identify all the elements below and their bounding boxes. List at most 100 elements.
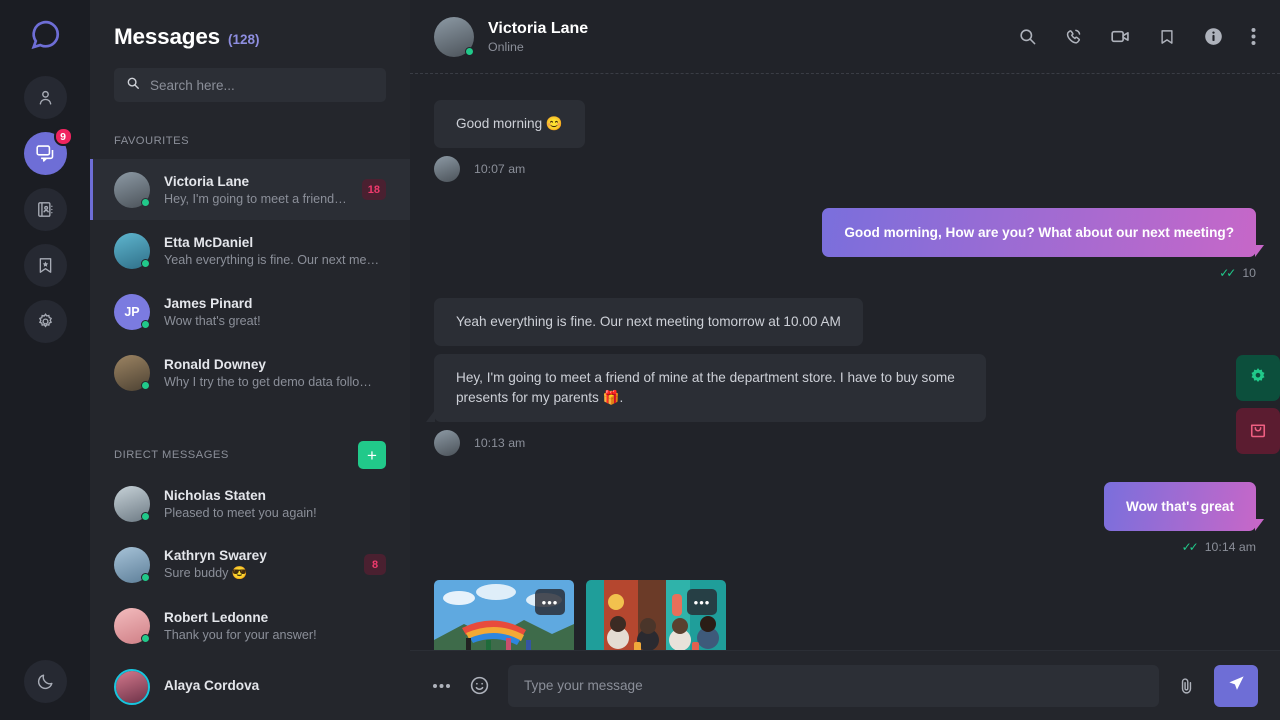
send-button[interactable] <box>1214 664 1258 707</box>
more-vertical-icon[interactable] <box>1251 27 1256 46</box>
contacts-icon <box>36 200 55 219</box>
chat-logo-icon <box>28 18 62 52</box>
user-icon <box>36 88 55 107</box>
rail-item-settings[interactable] <box>23 300 67 343</box>
attachment-photo-parachute-children[interactable]: ••• <box>434 580 574 650</box>
online-dot <box>141 380 150 390</box>
conversation-item-ronald-downey[interactable]: Ronald Downey Why I try the to get demo … <box>90 342 410 403</box>
sender-avatar <box>434 155 460 182</box>
avatar <box>114 354 150 391</box>
chats-icon <box>35 143 56 164</box>
unread-badge: 18 <box>361 179 386 200</box>
attachment-thumbnails: ••• ••• <box>434 580 1256 650</box>
message-input-wrap[interactable] <box>508 664 1159 707</box>
emoji-smile-icon[interactable] <box>469 675 490 696</box>
messages-list: Good morning 😊 10:07 am Good morning, Ho… <box>410 74 1280 650</box>
conversation-item-victoria-lane[interactable]: Victoria Lane Hey, I'm going to meet a f… <box>90 159 410 220</box>
search-icon[interactable] <box>1018 27 1037 46</box>
message-bubble: Wow that's great <box>1104 481 1264 532</box>
attachment-more-button[interactable]: ••• <box>535 589 565 616</box>
conversation-item-alaya-cordova[interactable]: Alaya Cordova <box>90 656 410 717</box>
read-receipt-icon: ✓✓ <box>1181 540 1199 555</box>
conversation-item-james-pinard[interactable]: JP James Pinard Wow that's great! <box>90 281 410 342</box>
chat-panel: Victoria Lane Online Good morning 😊 10:0… <box>410 0 1280 720</box>
message-time: 10:13 am <box>474 435 526 450</box>
message-bubble: Yeah everything is fine. Our next meetin… <box>434 298 863 347</box>
contact-status: Online <box>488 39 524 54</box>
conversation-preview: Thank you for your answer! <box>164 627 317 642</box>
message-bubble: Good morning 😊 <box>434 100 585 148</box>
contact-info-block: Victoria Lane Online <box>488 20 588 54</box>
conversation-item-etta-mcdaniel[interactable]: Etta McDaniel Yeah everything is fine. O… <box>90 220 410 281</box>
avatar <box>114 485 150 522</box>
attachment-photo-friends-mural[interactable]: ••• <box>586 580 726 650</box>
conversation-item-robert-ledonne[interactable]: Robert Ledonne Thank you for your answer… <box>90 595 410 656</box>
online-dot <box>141 572 150 582</box>
conversation-preview: Sure buddy 😎 <box>164 566 248 580</box>
conversation-name: Etta McDaniel <box>164 234 254 250</box>
messages-count: (128) <box>227 32 260 47</box>
direct-messages-label: DIRECT MESSAGES <box>114 449 229 461</box>
search-input[interactable] <box>150 77 374 93</box>
paperclip-icon[interactable] <box>1177 676 1196 695</box>
message-time: 10:14 am <box>1204 540 1256 555</box>
conversation-item-nicholas-staten[interactable]: Nicholas Staten Pleased to meet you agai… <box>90 473 410 534</box>
conversations-sidebar: Messages (128) FAVOURITES <box>90 0 410 720</box>
contact-avatar[interactable] <box>434 16 474 57</box>
message-row-incoming: Yeah everything is fine. Our next meetin… <box>434 298 1256 347</box>
rail-item-profile[interactable] <box>23 76 67 119</box>
info-icon[interactable] <box>1203 26 1224 47</box>
add-direct-message-button[interactable]: + <box>358 441 386 469</box>
bookmark-icon[interactable] <box>1158 28 1176 46</box>
shop-button[interactable] <box>1236 408 1280 454</box>
avatar <box>114 232 150 269</box>
read-receipt-icon: ✓✓ <box>1219 266 1236 281</box>
message-row-outgoing: Wow that's great <box>434 481 1264 532</box>
search-wrap <box>90 50 410 102</box>
bookmark-star-icon <box>36 256 55 275</box>
message-meta: ✓✓ 10 <box>434 266 1256 280</box>
conversation-text: Nicholas Staten Pleased to meet you agai… <box>164 488 386 520</box>
conversation-preview: Wow that's great! <box>164 313 261 328</box>
message-bubble: Hey, I'm going to meet a friend of mine … <box>426 354 986 422</box>
rail-items: 9 <box>23 76 73 343</box>
direct-messages-list: Nicholas Staten Pleased to meet you agai… <box>90 473 410 717</box>
conversation-name: Alaya Cordova <box>164 677 260 693</box>
video-camera-icon[interactable] <box>1110 26 1131 47</box>
more-horizontal-icon[interactable] <box>432 683 451 689</box>
rail-item-saved[interactable] <box>23 244 67 287</box>
message-bubble: Good morning, How are you? What about ou… <box>822 207 1264 258</box>
conversation-text: Victoria Lane Hey, I'm going to meet a f… <box>164 174 348 206</box>
unread-badge: 8 <box>364 554 386 575</box>
online-dot <box>141 319 150 329</box>
send-icon <box>1227 674 1246 698</box>
conversation-name: Ronald Downey <box>164 356 266 372</box>
rail-item-chats[interactable]: 9 <box>23 127 73 175</box>
avatar <box>114 546 150 583</box>
conversation-text: Alaya Cordova <box>164 678 386 696</box>
theme-toggle-button[interactable] <box>23 660 67 703</box>
message-row-incoming: Hey, I'm going to meet a friend of mine … <box>426 354 1256 422</box>
message-composer <box>410 650 1280 720</box>
favourites-list: Victoria Lane Hey, I'm going to meet a f… <box>90 159 410 403</box>
phone-call-icon[interactable] <box>1064 27 1083 46</box>
attachment-more-button[interactable]: ••• <box>687 589 717 616</box>
conversation-item-kathryn-swarey[interactable]: Kathryn Swarey Sure buddy 😎 8 <box>90 534 410 595</box>
search-box[interactable] <box>114 68 386 102</box>
floating-action-buttons <box>1236 355 1280 454</box>
message-meta: 10:13 am <box>434 429 1256 456</box>
shopping-bag-icon <box>1248 419 1268 444</box>
conversation-name: Victoria Lane <box>164 173 250 189</box>
conversation-name: Nicholas Staten <box>164 487 266 503</box>
message-row-incoming: Good morning 😊 <box>434 100 1256 148</box>
conversation-preview: Hey, I'm going to meet a friend of <box>164 191 348 206</box>
message-input[interactable] <box>524 678 1143 693</box>
gear-icon <box>36 312 55 331</box>
online-dot <box>141 258 150 268</box>
page-title: Messages <box>114 24 220 49</box>
message-time: 10:07 am <box>474 161 526 176</box>
direct-messages-section-header: DIRECT MESSAGES + <box>90 441 410 469</box>
chat-header: Victoria Lane Online <box>410 0 1280 74</box>
chat-settings-button[interactable] <box>1236 355 1280 401</box>
rail-item-contacts[interactable] <box>23 188 67 231</box>
